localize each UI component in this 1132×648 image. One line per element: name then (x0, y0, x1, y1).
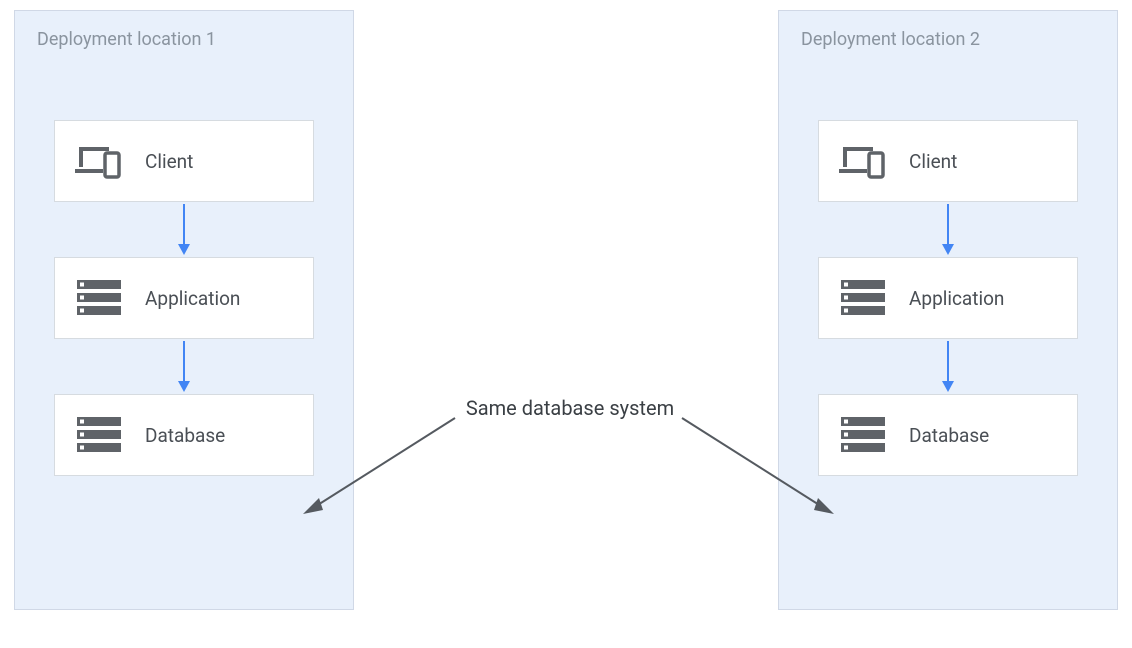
client-label: Client (145, 150, 193, 173)
location-2-title: Deployment location 2 (801, 29, 1095, 50)
application-node-1: Application (54, 257, 314, 339)
server-icon (75, 415, 123, 455)
arrow-client-to-app (818, 202, 1078, 257)
database-label: Database (145, 424, 225, 447)
arrow-app-to-db (54, 339, 314, 394)
center-annotation: Same database system (440, 395, 700, 421)
database-label: Database (909, 424, 989, 447)
application-label: Application (145, 287, 240, 310)
application-label: Application (909, 287, 1004, 310)
devices-icon (75, 141, 123, 181)
devices-icon (839, 141, 887, 181)
server-icon (839, 278, 887, 318)
client-label: Client (909, 150, 957, 173)
database-node-2: Database (818, 394, 1078, 476)
server-icon (839, 415, 887, 455)
arrow-app-to-db (818, 339, 1078, 394)
client-node-1: Client (54, 120, 314, 202)
annotation-arrow-right (672, 408, 842, 523)
location-1-title: Deployment location 1 (37, 29, 331, 50)
client-node-2: Client (818, 120, 1078, 202)
database-node-1: Database (54, 394, 314, 476)
arrow-client-to-app (54, 202, 314, 257)
server-icon (75, 278, 123, 318)
application-node-2: Application (818, 257, 1078, 339)
annotation-arrow-left (295, 408, 465, 523)
